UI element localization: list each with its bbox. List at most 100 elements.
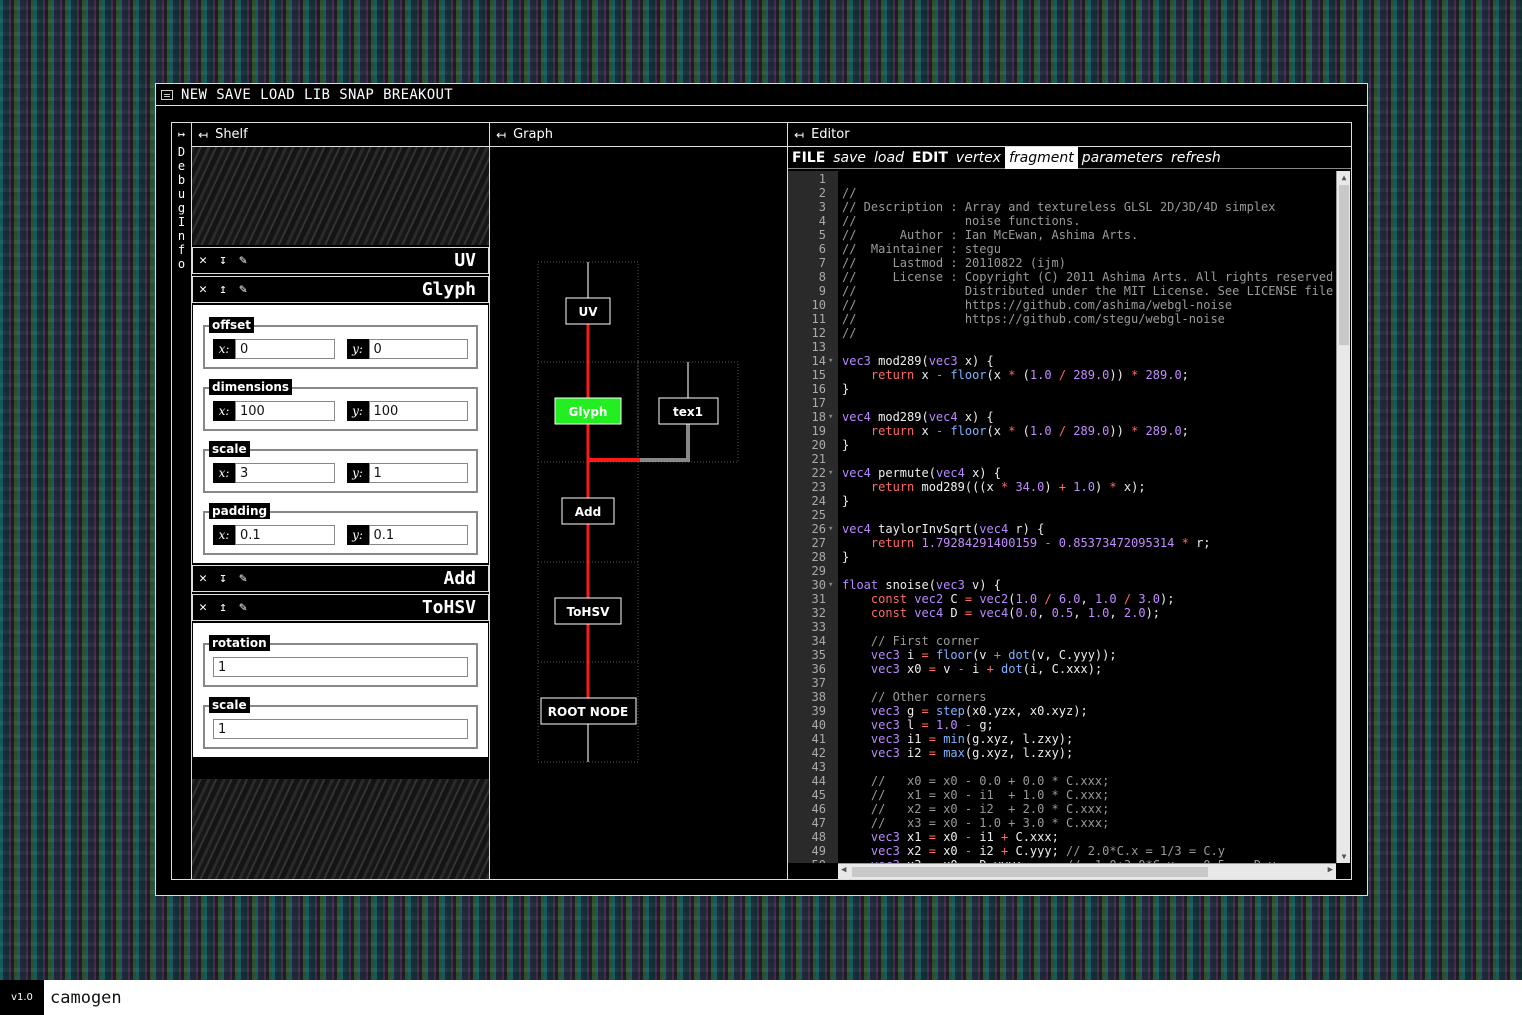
graph-node-root[interactable]: ROOT NODE <box>540 697 637 725</box>
menu-load[interactable]: LOAD <box>260 87 295 103</box>
collapse-arrow-icon[interactable]: ↤ <box>496 128 506 142</box>
scale-y-input[interactable]: 1 <box>368 463 468 483</box>
close-icon[interactable]: ✕ <box>193 253 213 268</box>
expand-node-icon[interactable]: ↧ <box>213 253 233 268</box>
dimensions-x-input[interactable]: 100 <box>235 401 335 421</box>
shelf-node-add[interactable]: ✕ ↧ ✎ Add <box>192 565 489 592</box>
tab-refresh[interactable]: refresh <box>1167 147 1225 169</box>
tohsv-params: rotation 1 scale 1 <box>193 623 488 757</box>
code-text: const vec4 D = vec4(0.0, 0.5, 1.0, 2.0); <box>870 606 1161 620</box>
line-number: 42 <box>811 746 826 760</box>
collapse-node-icon[interactable]: ↥ <box>213 600 233 615</box>
padding-y-input[interactable]: 0.1 <box>368 525 468 545</box>
padding-x-input[interactable]: 0.1 <box>235 525 335 545</box>
graph-node-tex1[interactable]: tex1 <box>658 397 719 425</box>
expand-arrow-icon[interactable]: ↦ <box>172 127 191 141</box>
close-icon[interactable]: ✕ <box>193 571 213 586</box>
line-number: 13 <box>811 340 826 354</box>
shelf-node-glyph[interactable]: ✕ ↥ ✎ Glyph <box>192 276 489 303</box>
line-number: 26 <box>811 522 826 536</box>
graph-panel: ↤ Graph UV Glyph tex1 Add ToHSV ROOT NOD… <box>490 123 788 879</box>
scale-x-input[interactable]: 3 <box>235 463 335 483</box>
menu-breakout[interactable]: BREAKOUT <box>383 87 453 103</box>
graph-node-uv[interactable]: UV <box>565 297 611 325</box>
dimensions-y-input[interactable]: 100 <box>368 401 468 421</box>
menu-save[interactable]: SAVE <box>216 87 251 103</box>
param-label: rotation <box>209 635 270 651</box>
scroll-thumb[interactable] <box>1339 185 1349 345</box>
collapse-node-icon[interactable]: ↥ <box>213 282 233 297</box>
fold-icon[interactable]: ▾ <box>828 522 833 536</box>
debug-letter: u <box>177 187 186 201</box>
code-editor[interactable]: 1 2 // 3 // Description : Array and texturel… <box>788 171 1336 863</box>
edit-icon[interactable]: ✎ <box>233 253 253 268</box>
menu-snap[interactable]: SNAP <box>339 87 374 103</box>
param-label: scale <box>209 441 250 457</box>
code-text: vec3 x0 = v - i + dot(i, C.xxx); <box>870 662 1103 676</box>
debug-letter: e <box>177 159 186 173</box>
graph-node-add[interactable]: Add <box>561 497 615 525</box>
edit-icon[interactable]: ✎ <box>233 600 253 615</box>
code-text: vec3 x2 = x0 - i2 + C.yyy; // 2.0*C.x = … <box>870 844 1225 858</box>
param-dimensions: dimensions x: 100 y: 100 <box>203 379 478 431</box>
menu-icon[interactable] <box>161 89 173 100</box>
scroll-up-icon[interactable]: ▲ <box>1337 173 1351 182</box>
fold-icon[interactable]: ▾ <box>828 578 833 592</box>
offset-x-input[interactable]: 0 <box>235 339 335 359</box>
code-text: return x - floor(x * (1.0 / 289.0)) * 28… <box>870 368 1189 382</box>
node-title: UV <box>454 250 476 271</box>
horizontal-scrollbar[interactable]: ◀ ▶ <box>838 863 1336 879</box>
close-icon[interactable]: ✕ <box>193 600 213 615</box>
vertical-scrollbar[interactable]: ▲ ▼ <box>1336 171 1350 863</box>
tab-load[interactable]: load <box>870 147 908 169</box>
edit-icon[interactable]: ✎ <box>233 571 253 586</box>
shelf-header: ↤ Shelf <box>192 123 489 147</box>
debug-info-label: DebugInfo <box>172 145 191 271</box>
tab-file[interactable]: FILE <box>788 147 829 169</box>
fold-icon[interactable]: ▾ <box>828 410 833 424</box>
line-number: 23 <box>811 480 826 494</box>
edit-icon[interactable]: ✎ <box>233 282 253 297</box>
shelf-node-uv[interactable]: ✕ ↧ ✎ UV <box>192 247 489 274</box>
line-number: 22 <box>811 466 826 480</box>
line-number: 9 <box>818 284 826 298</box>
scroll-left-icon[interactable]: ◀ <box>841 865 846 875</box>
line-number: 27 <box>811 536 826 550</box>
line-number: 38 <box>811 690 826 704</box>
tab-edit[interactable]: EDIT <box>908 147 952 169</box>
scroll-down-icon[interactable]: ▼ <box>1337 852 1351 861</box>
graph-canvas[interactable]: UV Glyph tex1 Add ToHSV ROOT NODE <box>490 148 786 880</box>
close-icon[interactable]: ✕ <box>193 282 213 297</box>
node-title: Glyph <box>421 279 476 300</box>
tab-vertex[interactable]: vertex <box>952 147 1005 169</box>
debug-info-panel[interactable]: ↦ DebugInfo <box>172 123 192 879</box>
fold-icon[interactable]: ▾ <box>828 354 833 368</box>
code-text: // License : Copyright (C) 2011 Ashima A… <box>842 270 1336 284</box>
param-offset: offset x: 0 y: 0 <box>203 317 478 369</box>
rotation-input[interactable]: 1 <box>213 657 468 677</box>
fold-icon[interactable]: ▾ <box>828 466 833 480</box>
line-number: 8 <box>818 270 826 284</box>
tab-parameters[interactable]: parameters <box>1078 147 1167 169</box>
menu-lib[interactable]: LIB <box>304 87 330 103</box>
line-number: 5 <box>818 228 826 242</box>
code-text: return 1.79284291400159 - 0.853734720953… <box>870 536 1211 550</box>
scroll-right-icon[interactable]: ▶ <box>1328 865 1333 875</box>
graph-node-glyph[interactable]: Glyph <box>554 397 622 425</box>
expand-node-icon[interactable]: ↧ <box>213 571 233 586</box>
scroll-thumb[interactable] <box>852 867 1208 877</box>
scale-input[interactable]: 1 <box>213 719 468 739</box>
line-number: 45 <box>811 788 826 802</box>
menu-new[interactable]: NEW <box>181 87 207 103</box>
version-badge: v1.0 <box>0 980 44 1015</box>
collapse-arrow-icon[interactable]: ↤ <box>198 128 208 142</box>
graph-node-tohsv[interactable]: ToHSV <box>554 597 622 625</box>
tab-save[interactable]: save <box>829 147 870 169</box>
offset-y-input[interactable]: 0 <box>368 339 468 359</box>
collapse-arrow-icon[interactable]: ↤ <box>794 128 804 142</box>
line-number: 11 <box>811 312 826 326</box>
code-text: // x1 = x0 - i1 + 1.0 * C.xxx; <box>870 788 1110 802</box>
tab-fragment[interactable]: fragment <box>1004 146 1078 169</box>
code-text: // First corner <box>870 634 980 648</box>
shelf-node-tohsv[interactable]: ✕ ↥ ✎ ToHSV <box>192 594 489 621</box>
